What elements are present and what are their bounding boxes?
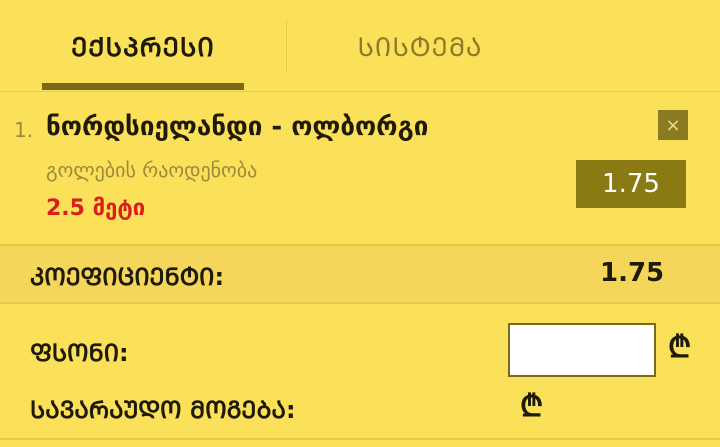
- bottom-divider: [0, 438, 720, 440]
- remove-bet-button[interactable]: ×: [658, 110, 688, 140]
- bet-index: 1.: [14, 118, 34, 142]
- lari-currency-icon: ₾: [520, 389, 544, 424]
- stake-label: ᲤᲡᲝᲜᲘ:: [30, 339, 129, 367]
- potential-win-label: ᲡᲐᲕᲐᲠᲐᲣᲓᲝ ᲛᲝᲒᲔᲑᲐ:: [30, 396, 296, 424]
- bet-item: 1. ნორდსიელანდი - ოლბორგი გოლების რაოდენ…: [0, 92, 720, 244]
- bet-odds-badge: 1.75: [576, 160, 686, 208]
- tab-system[interactable]: ᲡᲘᲡᲢᲔᲛᲐ: [300, 0, 540, 92]
- close-icon: ×: [665, 114, 681, 136]
- stake-input[interactable]: [508, 323, 656, 377]
- total-odds-row: ᲙᲝᲔᲤᲘᲪᲘᲔᲜᲢᲘ: 1.75: [0, 244, 720, 304]
- bet-selection: 2.5 მეტი: [46, 196, 146, 221]
- total-odds-label: ᲙᲝᲔᲤᲘᲪᲘᲔᲜᲢᲘ:: [30, 263, 225, 291]
- tab-divider: [286, 20, 287, 72]
- betslip-tabs: ᲔᲥᲡᲞᲠᲔᲡᲘ ᲡᲘᲡᲢᲔᲛᲐ: [0, 0, 720, 92]
- lari-currency-icon: ₾: [668, 330, 692, 365]
- bet-market: გოლების რაოდენობა: [46, 158, 258, 182]
- total-odds-value: 1.75: [600, 258, 665, 288]
- tab-express[interactable]: ᲔᲥᲡᲞᲠᲔᲡᲘ: [42, 0, 244, 92]
- bet-match-name: ნორდსიელანდი - ოლბორგი: [46, 112, 429, 142]
